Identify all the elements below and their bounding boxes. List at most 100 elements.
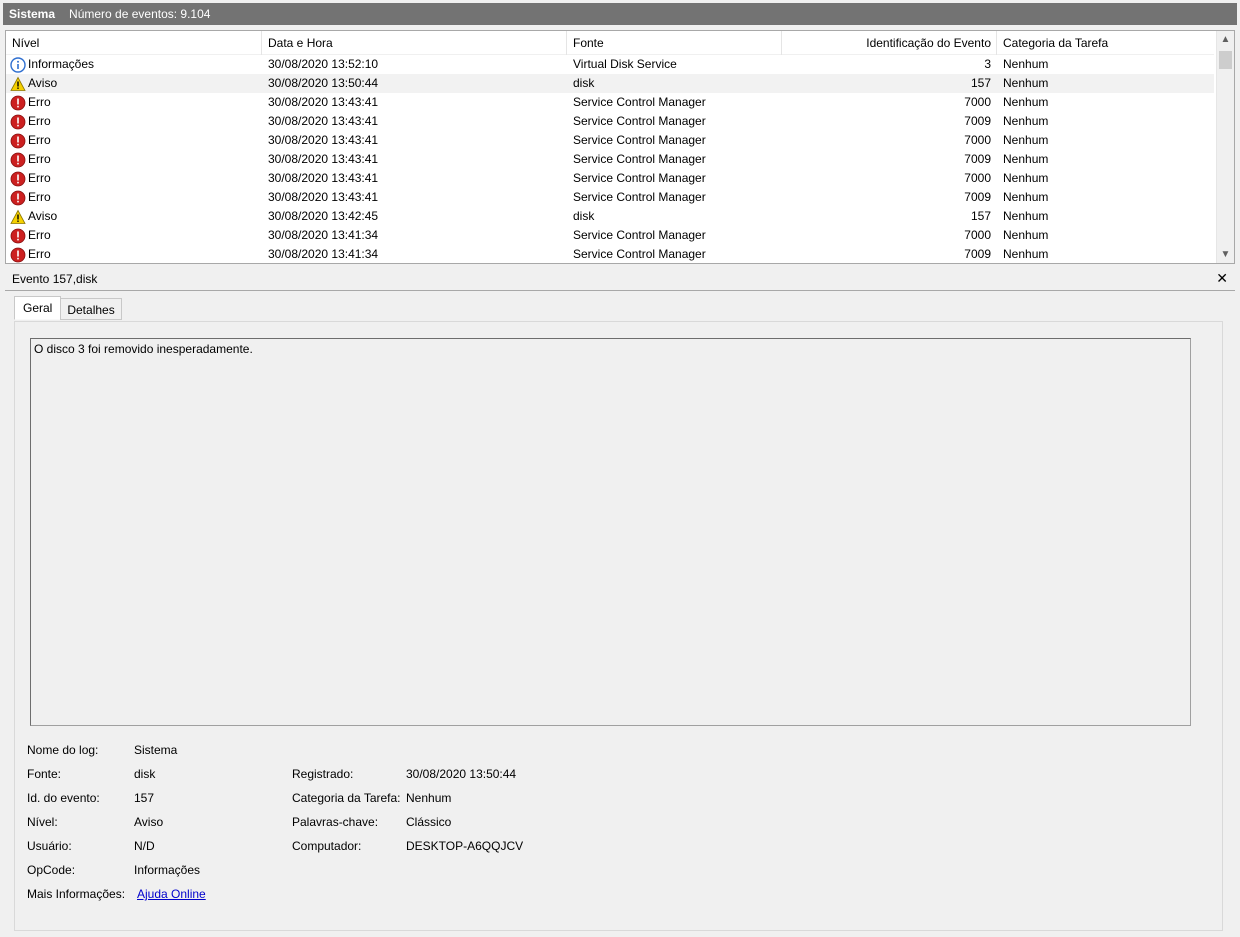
cell-categoria: Nenhum xyxy=(1003,152,1049,166)
info-icon xyxy=(10,56,28,73)
cell-data-hora: 30/08/2020 13:41:34 xyxy=(268,247,379,261)
prop-label: Id. do evento: xyxy=(27,791,100,805)
cell-nivel: Erro xyxy=(6,169,262,188)
cell-id-evento: 7009 xyxy=(964,247,991,261)
table-row[interactable]: Erro 30/08/2020 13:43:41 Service Control M… xyxy=(6,131,1214,150)
cell-nivel: Informações xyxy=(6,55,262,74)
level-label: Erro xyxy=(28,247,51,261)
detail-tabs: Geral Detalhes xyxy=(14,296,122,322)
error-icon xyxy=(10,152,28,168)
cell-fonte: Service Control Manager xyxy=(573,152,706,166)
error-icon xyxy=(10,247,28,263)
table-row[interactable]: Erro 30/08/2020 13:43:41 Service Control M… xyxy=(6,150,1214,169)
detail-title: Evento 157,disk xyxy=(12,272,98,286)
cell-id-evento: 7000 xyxy=(964,171,991,185)
cell-categoria: Nenhum xyxy=(1003,209,1049,223)
prop-label: Palavras-chave: xyxy=(292,815,379,829)
prop-value: Informações xyxy=(134,863,201,877)
column-header-fonte[interactable]: Fonte xyxy=(567,31,782,55)
ajuda-online-link[interactable]: Ajuda Online xyxy=(137,887,206,901)
cell-data-hora: 30/08/2020 13:52:10 xyxy=(268,57,379,71)
cell-fonte: Service Control Manager xyxy=(573,228,706,242)
level-label: Erro xyxy=(28,95,51,109)
list-scrollbar[interactable]: ▲ ▼ xyxy=(1216,31,1234,263)
scroll-up-icon[interactable]: ▲ xyxy=(1217,31,1234,48)
column-header-id-evento[interactable]: Identificação do Evento xyxy=(782,31,997,55)
cell-categoria: Nenhum xyxy=(1003,76,1049,90)
scroll-thumb[interactable] xyxy=(1219,51,1232,69)
prop-row-level: Nível: Aviso Palavras-chave: Clássico xyxy=(27,815,727,833)
cell-fonte: Service Control Manager xyxy=(573,114,706,128)
cell-fonte: Service Control Manager xyxy=(573,95,706,109)
prop-label: Mais Informações: xyxy=(27,887,126,901)
close-icon[interactable]: ✕ xyxy=(1216,270,1228,287)
prop-value: Clássico xyxy=(406,815,452,829)
prop-label: Categoria da Tarefa: xyxy=(292,791,401,805)
cell-id-evento: 7000 xyxy=(964,95,991,109)
scroll-down-icon[interactable]: ▼ xyxy=(1217,246,1234,263)
tab-detalhes[interactable]: Detalhes xyxy=(60,298,122,320)
level-label: Informações xyxy=(28,57,95,71)
prop-row-user: Usuário: N/D Computador: DESKTOP-A6QQJCV xyxy=(27,839,727,857)
cell-categoria: Nenhum xyxy=(1003,247,1049,261)
cell-id-evento: 157 xyxy=(970,209,991,223)
table-row[interactable]: Aviso 30/08/2020 13:50:44 disk 157 Nenhum xyxy=(6,74,1214,93)
level-label: Aviso xyxy=(28,209,58,223)
error-icon xyxy=(10,95,28,111)
cell-nivel: Erro xyxy=(6,245,262,263)
level-label: Erro xyxy=(28,190,51,204)
cell-data-hora: 30/08/2020 13:43:41 xyxy=(268,133,379,147)
table-row[interactable]: Erro 30/08/2020 13:43:41 Service Control M… xyxy=(6,112,1214,131)
table-row[interactable]: Erro 30/08/2020 13:43:41 Service Control M… xyxy=(6,169,1214,188)
event-list[interactable]: Nível Data e Hora Fonte Identificação do… xyxy=(5,30,1235,264)
prop-value: DESKTOP-A6QQJCV xyxy=(406,839,524,853)
cell-data-hora: 30/08/2020 13:43:41 xyxy=(268,114,379,128)
prop-value: Sistema xyxy=(134,743,178,757)
warning-icon xyxy=(10,209,28,225)
level-label: Aviso xyxy=(28,76,58,90)
cell-id-evento: 7000 xyxy=(964,228,991,242)
cell-id-evento: 157 xyxy=(970,76,991,90)
cell-data-hora: 30/08/2020 13:41:34 xyxy=(268,228,379,242)
cell-fonte: Service Control Manager xyxy=(573,171,706,185)
error-icon xyxy=(10,133,28,149)
column-header-nivel[interactable]: Nível xyxy=(6,31,262,55)
prop-label: Nome do log: xyxy=(27,743,99,757)
tab-geral[interactable]: Geral xyxy=(14,296,62,320)
table-row[interactable]: Erro 30/08/2020 13:43:41 Service Control M… xyxy=(6,93,1214,112)
cell-nivel: Erro xyxy=(6,226,262,245)
cell-nivel: Erro xyxy=(6,188,262,207)
level-label: Erro xyxy=(28,152,51,166)
cell-id-evento: 3 xyxy=(984,57,991,71)
prop-row-source: Fonte: disk Registrado: 30/08/2020 13:50… xyxy=(27,767,727,785)
detail-header: Evento 157,disk xyxy=(5,268,1235,291)
prop-label: Fonte: xyxy=(27,767,62,781)
level-label: Erro xyxy=(28,133,51,147)
level-label: Erro xyxy=(28,114,51,128)
event-rows: Informações 30/08/2020 13:52:10 Virtual Di… xyxy=(6,55,1214,263)
event-message[interactable]: O disco 3 foi removido inesperadamente. xyxy=(30,338,1191,726)
table-row[interactable]: Erro 30/08/2020 13:43:41 Service Control M… xyxy=(6,188,1214,207)
cell-data-hora: 30/08/2020 13:43:41 xyxy=(268,95,379,109)
table-row[interactable]: Erro 30/08/2020 13:41:34 Service Control M… xyxy=(6,245,1214,263)
table-row[interactable]: Informações 30/08/2020 13:52:10 Virtual Di… xyxy=(6,55,1214,74)
cell-fonte: Service Control Manager xyxy=(573,247,706,261)
column-header-categoria[interactable]: Categoria da Tarefa xyxy=(997,31,1214,55)
cell-nivel: Erro xyxy=(6,150,262,169)
prop-value: disk xyxy=(134,767,156,781)
table-row[interactable]: Aviso 30/08/2020 13:42:45 disk 157 Nenhum xyxy=(6,207,1214,226)
error-icon xyxy=(10,114,28,130)
prop-value: 157 xyxy=(134,791,155,805)
cell-categoria: Nenhum xyxy=(1003,171,1049,185)
prop-value: N/D xyxy=(134,839,155,853)
cell-nivel: Erro xyxy=(6,93,262,112)
cell-fonte: Service Control Manager xyxy=(573,133,706,147)
prop-label: Registrado: xyxy=(292,767,354,781)
cell-data-hora: 30/08/2020 13:42:45 xyxy=(268,209,379,223)
list-header: Nível Data e Hora Fonte Identificação do… xyxy=(6,31,1214,55)
table-row[interactable]: Erro 30/08/2020 13:41:34 Service Control M… xyxy=(6,226,1214,245)
prop-value: Aviso xyxy=(134,815,164,829)
log-name: Sistema xyxy=(9,7,56,21)
column-header-data-hora[interactable]: Data e Hora xyxy=(262,31,567,55)
cell-nivel: Erro xyxy=(6,112,262,131)
